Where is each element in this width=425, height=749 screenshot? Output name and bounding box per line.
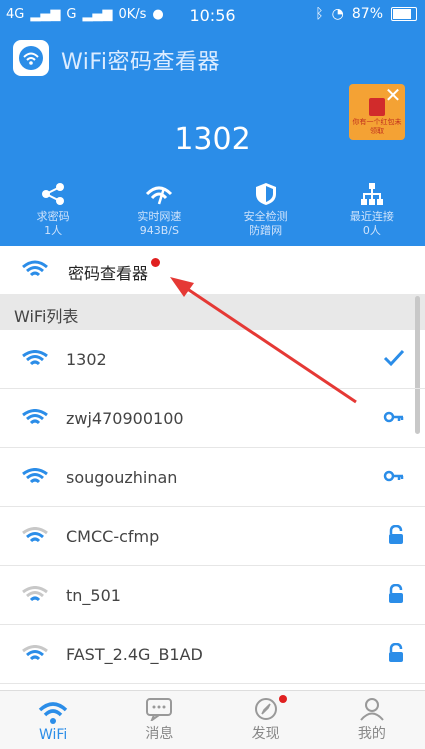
- key-icon: [383, 470, 404, 482]
- stat-value: 0人: [362, 224, 381, 237]
- stat-label: 最近连接: [349, 210, 394, 223]
- password-viewer-row[interactable]: 密码查看器: [0, 246, 425, 294]
- wifi-row[interactable]: tn_501: [0, 566, 425, 625]
- stat-label: 实时网速: [137, 210, 182, 223]
- wifi-signal-icon: [22, 468, 48, 484]
- wifi-row[interactable]: sougouzhinan: [0, 448, 425, 507]
- tab-discover[interactable]: 发现: [213, 691, 319, 749]
- header: WiFi密码查看器 你有一个红包未领取 ✕ 1302 求密码 1人 实时网速 9…: [0, 32, 425, 246]
- wifi-signal-icon: [22, 350, 48, 366]
- message-icon: [146, 698, 173, 721]
- wifi-ssid: CMCC-cfmp: [66, 527, 160, 546]
- tab-label: 发现: [251, 726, 280, 742]
- wifi-ssid: FAST_2.4G_B1AD: [66, 645, 203, 664]
- lock-icon: [389, 525, 403, 544]
- wifi-list: 1302 zwj470900100 sougouzhinan CMCC-cfmp…: [0, 330, 425, 684]
- tab-me[interactable]: 我的: [319, 691, 425, 749]
- wifi-ssid: sougouzhinan: [66, 468, 178, 487]
- stat-value: 943B/S: [139, 224, 179, 237]
- checkmark-icon: [383, 349, 405, 367]
- app-title: WiFi密码查看器: [61, 50, 221, 75]
- stat-value: 防蹭网: [249, 224, 283, 237]
- key-icon: [383, 411, 404, 423]
- wifi-icon: [22, 260, 48, 277]
- wifi-signal-icon: [22, 409, 48, 425]
- app-logo-icon: [13, 40, 49, 76]
- lock-icon: [389, 643, 403, 662]
- compass-icon: [254, 698, 277, 720]
- stats-bar: 求密码 1人 实时网速 943B/S 安全检测 防蹭网 最近连接 0人: [0, 182, 425, 246]
- tab-messages[interactable]: 消息: [106, 691, 212, 749]
- wifi-signal-icon: [22, 527, 48, 543]
- battery-percent: 87%: [351, 6, 383, 22]
- password-viewer-label: 密码查看器: [68, 264, 149, 283]
- stat-recent[interactable]: 最近连接 0人: [319, 182, 425, 246]
- status-right: ᛒ ◔ 87%: [315, 6, 417, 22]
- tab-label: WiFi: [38, 727, 68, 743]
- wifi-ssid: tn_501: [66, 586, 121, 605]
- current-ssid: 1302: [174, 122, 251, 157]
- stat-label: 安全检测: [243, 210, 288, 223]
- wifi-row[interactable]: CMCC-cfmp: [0, 507, 425, 566]
- user-icon: [360, 698, 384, 721]
- stat-label: 求密码: [36, 210, 70, 223]
- lock-icon: [389, 584, 403, 603]
- wifi-list-title: WiFi列表: [14, 307, 79, 326]
- tab-label: 我的: [357, 726, 386, 742]
- tab-label: 消息: [145, 726, 174, 742]
- notification-dot: [151, 258, 160, 267]
- stat-security[interactable]: 安全检测 防蹭网: [213, 182, 319, 246]
- speed-icon: [146, 186, 173, 205]
- tab-wifi[interactable]: WiFi: [0, 691, 106, 749]
- share-icon: [42, 183, 65, 205]
- wifi-row[interactable]: FAST_2.4G_B1AD: [0, 625, 425, 684]
- wifi-row[interactable]: 1302: [0, 330, 425, 389]
- close-icon[interactable]: ✕: [382, 84, 404, 106]
- network-tree-icon: [360, 183, 383, 205]
- wifi-ssid: zwj470900100: [66, 409, 184, 428]
- status-bar: 4G ▂▄▆ G ▂▄▆ 0K/s ● 10:56 ᛒ ◔ 87%: [0, 0, 425, 32]
- wifi-signal-icon: [22, 586, 48, 602]
- wifi-status-icon: ◔: [331, 6, 344, 22]
- bluetooth-icon: ᛒ: [315, 6, 324, 22]
- stat-value: 1人: [44, 224, 63, 237]
- shield-icon: [255, 183, 276, 205]
- wifi-signal-icon: [22, 645, 48, 661]
- tab-bar: WiFi 消息 发现 我的: [0, 690, 425, 749]
- wifi-list-header: WiFi列表: [0, 294, 425, 330]
- wifi-row[interactable]: zwj470900100: [0, 389, 425, 448]
- battery-icon: [391, 7, 417, 21]
- wifi-tab-icon: [38, 702, 68, 724]
- notification-dot: [278, 695, 287, 703]
- stat-speed[interactable]: 实时网速 943B/S: [106, 182, 212, 246]
- stat-ask-password[interactable]: 求密码 1人: [0, 182, 106, 246]
- wifi-ssid: 1302: [66, 350, 107, 369]
